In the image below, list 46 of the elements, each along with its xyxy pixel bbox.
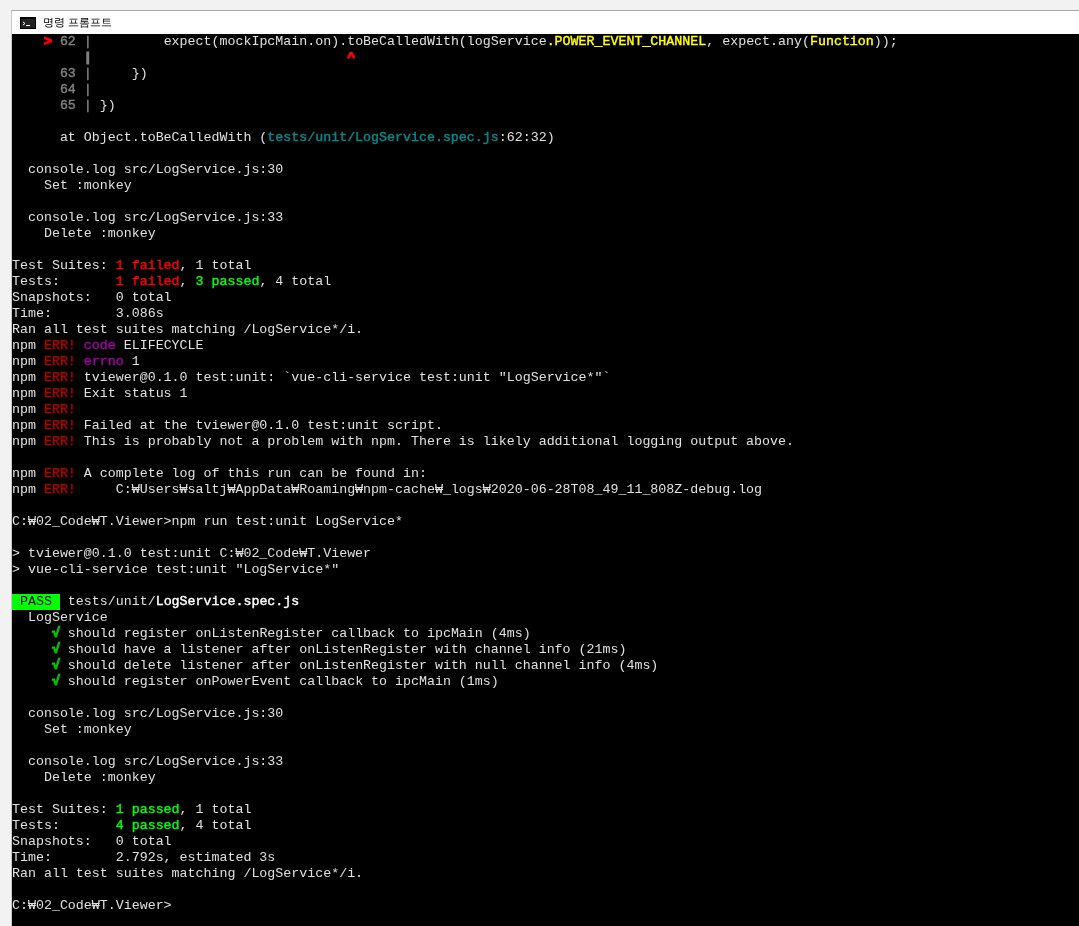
console-line: Delete :monkey [42,770,156,786]
console-line: console.log src/LogService.js:33 [26,754,284,770]
console-line: at Object.toBeCalledWith (tests/unit/LogService.spec.js:62:32) [58,130,555,146]
console-line: | ^ [82,50,356,66]
console-line: Tests: 1 failed, 3 passed, 4 total [12,274,332,290]
console-line: √ should register onPowerEvent callback to ipcMain (1ms) [50,674,499,690]
console-line: Set :monkey [42,178,132,194]
console-line: Time: 3.086s [12,306,164,322]
console-line: console.log src/LogService.js:33 [26,210,284,226]
console-line: Snapshots: 0 total [12,290,172,306]
terminal-icon [20,16,36,29]
console-line: √ should register onListenRegister callback to ipcMain (4ms) [50,626,531,642]
console-line: C:₩02_Code₩T.Viewer> [12,898,172,914]
console-line: npm ERR! errno 1 [12,354,140,370]
console-line: npm ERR! Failed at the tviewer@0.1.0 test:unit script. [12,418,443,434]
console-line: > tviewer@0.1.0 test:unit C:₩02_Code₩T.Viewer [12,546,372,562]
console-line: Delete :monkey [42,226,156,242]
window-title: 명령 프롬프트 [43,15,113,30]
console-line: > 62 | expect(mockIpcMain.on).toBeCalledWith(logService.POWER_EVENT_CHANNEL, expect.any(Function)); [42,34,898,50]
console-line: Time: 2.792s, estimated 3s [12,850,276,866]
console-line: LogService [26,610,108,626]
console-line: Tests: 4 passed, 4 total [12,818,252,834]
console-line: console.log src/LogService.js:30 [26,162,284,178]
console-line: 64 | [58,82,92,98]
console-line: npm ERR! C:₩Users₩saltj₩AppData₩Roaming₩npm-cache₩_logs₩2020-06-28T08_49_11_808Z-debug.log [12,482,763,498]
console-line: npm ERR! This is probably not a problem with npm. There is likely additional logging output above. [12,434,794,450]
console-line: Ran all test suites matching /LogService*/i. [12,322,364,338]
console-line: tests/unit/LogService.spec.js [66,594,300,610]
console-line: npm ERR! Exit status 1 [12,386,188,402]
console-line: npm ERR! [12,402,76,418]
console-line: Snapshots: 0 total [12,834,172,850]
console-line: Set :monkey [42,722,132,738]
console-line: npm ERR! A complete log of this run can be found in: [12,466,427,482]
console-line: Test Suites: 1 passed, 1 total [12,802,252,818]
console-line: npm ERR! code ELIFECYCLE [12,338,204,354]
status-badge: PASS [12,594,60,610]
console-line: 63 | }) [58,66,148,82]
console-line: 65 | }) [58,98,116,114]
console-line: > vue-cli-service test:unit "LogService*" [12,562,340,578]
console-line: C:₩02_Code₩T.Viewer>npm run test:unit LogService* [12,514,403,530]
console-line: √ should delete listener after onListenRegister with null channel info (4ms) [50,658,659,674]
console-line: npm ERR! tviewer@0.1.0 test:unit: `vue-cli-service test:unit "LogService*"` [12,370,611,386]
console-line: Ran all test suites matching /LogService*/i. [12,866,364,882]
console-line: console.log src/LogService.js:30 [26,706,284,722]
console-line: √ should have a listener after onListenRegister with channel info (21ms) [50,642,627,658]
console-line: Test Suites: 1 failed, 1 total [12,258,252,274]
